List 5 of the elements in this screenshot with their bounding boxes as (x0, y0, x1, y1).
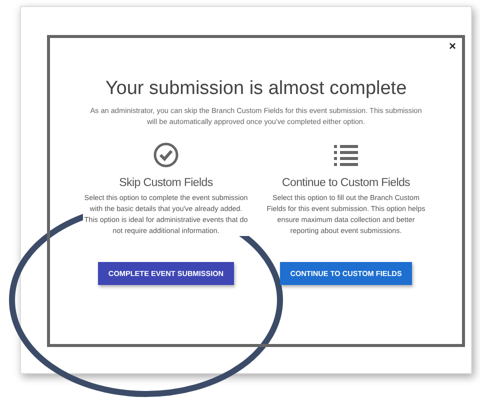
close-button[interactable]: × (448, 39, 456, 53)
check-circle-icon (152, 141, 180, 170)
option-heading: Skip Custom Fields (119, 177, 213, 190)
dialog-title: Your submission is almost complete (105, 78, 407, 100)
option-heading: Continue to Custom Fields (282, 177, 410, 190)
